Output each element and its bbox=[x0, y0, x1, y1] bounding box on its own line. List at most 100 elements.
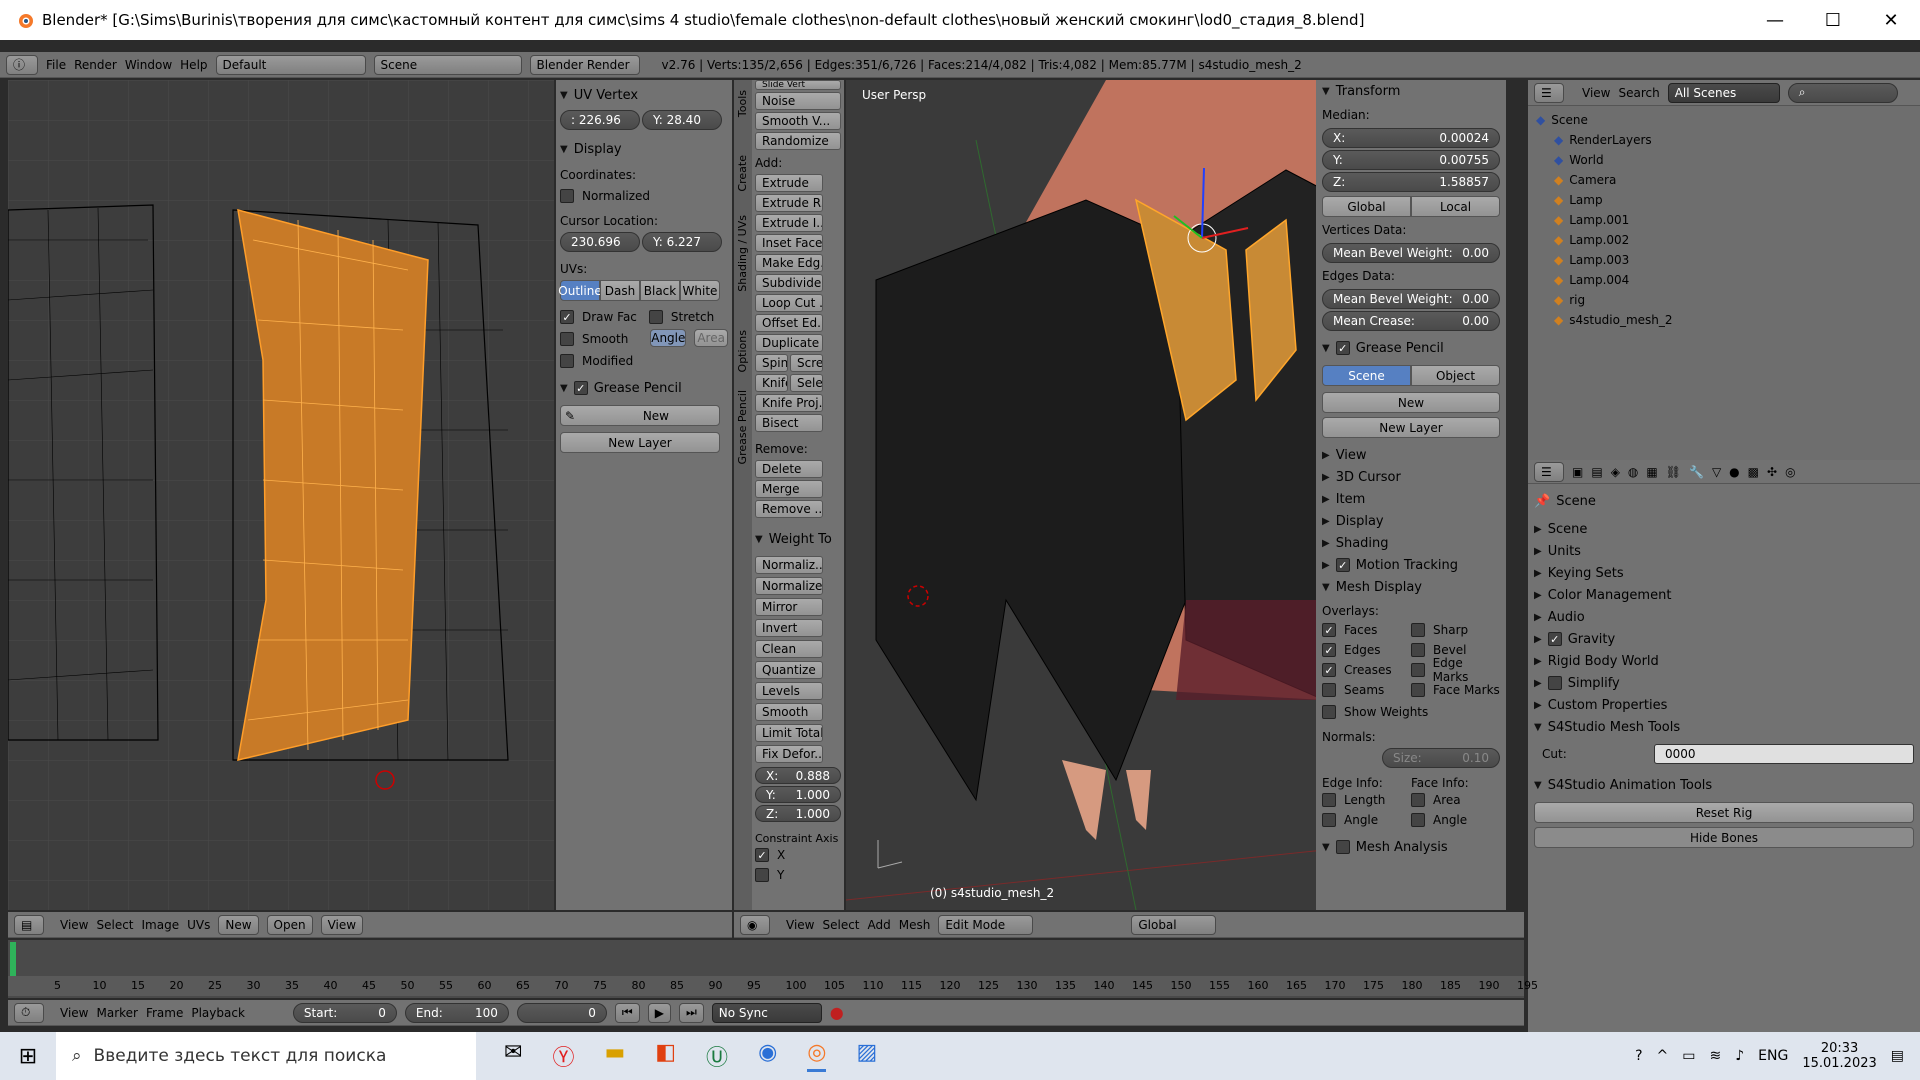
add-tool-button-0[interactable]: Extrude bbox=[755, 174, 823, 192]
image-new-button[interactable]: New bbox=[218, 914, 259, 935]
play-button[interactable]: ▶ bbox=[647, 1002, 671, 1023]
constraint-x-checkbox[interactable]: ✓ X bbox=[755, 845, 841, 865]
weight-tool-button-9[interactable]: Fix Defor... bbox=[755, 745, 823, 763]
outliner-item[interactable]: ◆ s4studio_mesh_2 bbox=[1536, 310, 1912, 330]
weight-tool-button-4[interactable]: Clean bbox=[755, 640, 823, 658]
outline-tab[interactable]: Outline bbox=[558, 280, 602, 301]
bisect-button[interactable]: Bisect bbox=[755, 414, 823, 432]
scene-section-header[interactable]: ▶ Units bbox=[1534, 540, 1914, 562]
outliner-item[interactable]: ◆ Scene bbox=[1536, 110, 1912, 130]
data-tab-icon[interactable]: ▽ bbox=[1712, 465, 1721, 479]
office-app-icon[interactable]: ◧ bbox=[655, 1040, 676, 1072]
grease-pencil-header[interactable]: ▼ ✓ Grease Pencil bbox=[560, 377, 728, 399]
file-explorer-icon[interactable]: ▬ bbox=[604, 1040, 625, 1072]
edges-checkbox[interactable]: ✓ Edges bbox=[1322, 640, 1411, 660]
current-frame-field[interactable]: 0 bbox=[516, 1002, 607, 1023]
outliner-item[interactable]: ◆ Camera bbox=[1536, 170, 1912, 190]
checkbox-box[interactable]: ✓ bbox=[573, 381, 588, 395]
menu-window[interactable]: Window bbox=[125, 58, 172, 72]
mesh-tools-header[interactable]: ▼ S4Studio Mesh Tools bbox=[1534, 716, 1914, 738]
tab-grease-pencil[interactable]: Grease Pencil bbox=[736, 390, 749, 464]
area-toggle[interactable]: Area bbox=[694, 329, 728, 347]
gp-object-toggle[interactable]: Object bbox=[1411, 365, 1500, 386]
cut-field[interactable]: 0000 bbox=[1654, 744, 1914, 764]
dash-tab[interactable]: Dash bbox=[600, 280, 640, 301]
physics-tab-icon[interactable]: ◎ bbox=[1785, 465, 1795, 479]
weight-tool-button-0[interactable]: Normaliz... bbox=[755, 556, 823, 574]
outliner-item[interactable]: ◆ World bbox=[1536, 150, 1912, 170]
hide-bones-button[interactable]: Hide Bones bbox=[1534, 827, 1914, 848]
tab-create[interactable]: Create bbox=[736, 155, 749, 192]
seams-checkbox[interactable]: Seams bbox=[1322, 680, 1411, 700]
modified-checkbox[interactable]: Modified bbox=[560, 351, 728, 371]
transform-header[interactable]: ▼ Transform bbox=[1322, 80, 1500, 102]
checkbox-box[interactable] bbox=[1335, 840, 1350, 854]
mean-crease-field[interactable]: Mean Crease: 0.00 bbox=[1322, 311, 1500, 331]
tab-shading-uvs[interactable]: Shading / UVs bbox=[736, 215, 749, 292]
black-tab[interactable]: Black bbox=[640, 280, 680, 301]
add-tool-button-7[interactable]: Offset Ed... bbox=[755, 314, 823, 332]
merge-dropdown[interactable]: Merge bbox=[755, 480, 823, 498]
outliner-item[interactable]: ◆ Lamp.002 bbox=[1536, 230, 1912, 250]
remove-doubles-button[interactable]: Remove ... bbox=[755, 500, 823, 518]
mail-app-icon[interactable]: ✉ bbox=[504, 1040, 522, 1072]
cursor-x-field[interactable]: 230.696 bbox=[560, 232, 640, 252]
editor-type-icon[interactable]: ⏱ bbox=[14, 1002, 44, 1023]
creases-checkbox[interactable]: ✓ Creases bbox=[1322, 660, 1411, 680]
draw-faces-checkbox[interactable]: ✓ Draw Fac bbox=[560, 307, 637, 327]
collapsed-panel-header[interactable]: ▶ Display bbox=[1322, 510, 1500, 532]
add-tool-button-2[interactable]: Extrude I... bbox=[755, 214, 823, 232]
maximize-button[interactable]: ☐ bbox=[1804, 0, 1862, 40]
vgroup-y-field[interactable]: Y: 1.000 bbox=[755, 786, 841, 803]
render-tab-icon[interactable]: ▣ bbox=[1572, 465, 1583, 479]
smooth-checkbox[interactable]: Smooth bbox=[560, 329, 628, 349]
render-engine-selector[interactable]: Blender Render bbox=[529, 54, 640, 75]
timeline-menu-view[interactable]: View bbox=[60, 1006, 88, 1020]
material-tab-icon[interactable]: ● bbox=[1729, 465, 1739, 479]
volume-icon[interactable]: ♪ bbox=[1735, 1048, 1744, 1064]
constraint-y-checkbox[interactable]: Y bbox=[755, 865, 841, 885]
face-marks-checkbox[interactable]: Face Marks bbox=[1411, 680, 1500, 700]
median-x-field[interactable]: X: 0.00024 bbox=[1322, 128, 1500, 148]
weight-tool-button-5[interactable]: Quantize bbox=[755, 661, 823, 679]
pin-icon[interactable]: 📌 bbox=[1534, 494, 1550, 509]
spin-button[interactable]: Spin bbox=[755, 354, 788, 372]
sync-selector[interactable]: No Sync bbox=[711, 1002, 822, 1023]
clock[interactable]: 20:33 15.01.2023 bbox=[1802, 1041, 1876, 1071]
uv-menu-image[interactable]: Image bbox=[142, 918, 180, 932]
scene-selector[interactable]: Scene bbox=[373, 54, 522, 75]
jump-end-button[interactable]: ⏭ bbox=[678, 1002, 704, 1023]
battery-icon[interactable]: ▭ bbox=[1682, 1048, 1695, 1064]
image-open-button[interactable]: Open bbox=[266, 914, 313, 935]
wifi-icon[interactable]: ≋ bbox=[1709, 1048, 1721, 1064]
timeline-menu-playback[interactable]: Playback bbox=[191, 1006, 245, 1020]
particles-tab-icon[interactable]: ✣ bbox=[1767, 465, 1777, 479]
menu-help[interactable]: Help bbox=[180, 58, 207, 72]
add-tool-button-1[interactable]: Extrude R... bbox=[755, 194, 823, 212]
uv-editor-canvas[interactable] bbox=[8, 80, 554, 910]
edge-bevel-field[interactable]: Mean Bevel Weight: 0.00 bbox=[1322, 289, 1500, 309]
mesh-display-header[interactable]: ▼ Mesh Display bbox=[1322, 576, 1500, 598]
layers-tab-icon[interactable]: ▤ bbox=[1591, 465, 1602, 479]
stretch-checkbox[interactable]: Stretch bbox=[648, 307, 714, 327]
faces-checkbox[interactable]: ✓ Faces bbox=[1322, 620, 1411, 640]
white-tab[interactable]: White bbox=[680, 280, 720, 301]
noise-button[interactable]: Noise bbox=[755, 92, 841, 110]
edge-angle-checkbox[interactable]: Angle bbox=[1322, 810, 1411, 830]
view-menu-select[interactable]: Select bbox=[822, 918, 859, 932]
uv-y-field[interactable]: Y: 28.40 bbox=[642, 110, 722, 130]
uv-menu-uvs[interactable]: UVs bbox=[187, 918, 210, 932]
edge-marks-checkbox[interactable]: Edge Marks bbox=[1411, 656, 1500, 684]
minimize-button[interactable]: — bbox=[1746, 0, 1804, 40]
outliner-search-menu[interactable]: Search bbox=[1618, 86, 1659, 100]
grease-new-button[interactable]: ✎ New bbox=[560, 405, 720, 426]
view-menu-mesh[interactable]: Mesh bbox=[899, 918, 931, 932]
checkbox-box[interactable] bbox=[1547, 676, 1562, 690]
custom-properties-header[interactable]: ▶ Custom Properties bbox=[1534, 694, 1914, 716]
help-icon[interactable]: ? bbox=[1635, 1048, 1642, 1064]
menu-render[interactable]: Render bbox=[74, 58, 117, 72]
chevron-up-icon[interactable]: ^ bbox=[1657, 1048, 1669, 1064]
view-mode-selector[interactable]: View bbox=[320, 914, 364, 935]
knife-button[interactable]: Knife bbox=[755, 374, 788, 392]
knife-project-button[interactable]: Knife Proj... bbox=[755, 394, 823, 412]
